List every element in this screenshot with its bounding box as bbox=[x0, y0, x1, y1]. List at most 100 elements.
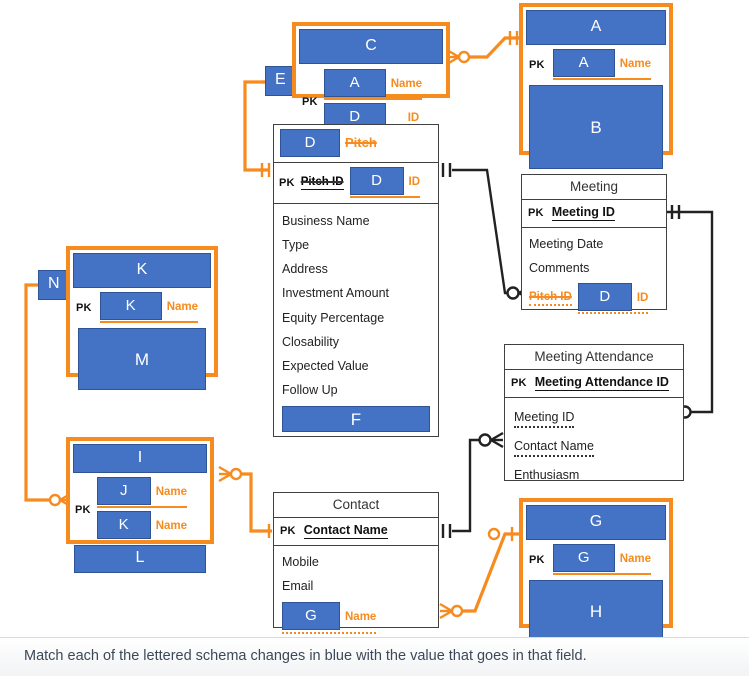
entity-attendance-field-2: Enthusiasm bbox=[514, 468, 580, 483]
entity-meeting-fk-row: Pitch ID D ID bbox=[529, 283, 659, 315]
entity-pitch-pk-chip[interactable]: D bbox=[349, 167, 404, 195]
entity-i-footer: L bbox=[70, 544, 210, 576]
marker-many-c-right bbox=[446, 48, 471, 66]
entity-meeting[interactable]: Meeting PK Meeting ID Meeting Date Comme… bbox=[521, 174, 667, 315]
entity-i-footer-chip[interactable]: L bbox=[74, 545, 206, 573]
link-n-to-i bbox=[24, 283, 56, 502]
entity-meeting-fields: Meeting Date Comments Pitch ID D ID bbox=[522, 228, 666, 316]
entity-attendance-pk-name: Meeting Attendance ID bbox=[534, 375, 669, 391]
entity-i-attr1-label: Name bbox=[155, 486, 188, 498]
entity-pitch-footer-chip[interactable]: F bbox=[282, 406, 430, 432]
entity-i-attr1: J Name bbox=[96, 477, 188, 508]
entity-pitch[interactable]: D Pitch PK Pitch ID D ID Business Name Typ… bbox=[273, 124, 439, 437]
entity-c-header: C bbox=[296, 26, 446, 67]
entity-contact-pk-name: Contact Name bbox=[303, 523, 388, 539]
marker-many-i-right bbox=[218, 465, 243, 483]
entity-i-attr2: K Name bbox=[96, 511, 188, 542]
entity-contact-fk-attr: G Name bbox=[282, 602, 377, 635]
entity-c-pk-label: PK bbox=[302, 95, 318, 108]
entity-contact-fk-label: Name bbox=[345, 611, 377, 624]
entity-g-pk-orange: Name bbox=[619, 553, 652, 565]
entity-pitch-field-2: Address bbox=[282, 262, 328, 277]
entity-pitch-field-5: Closability bbox=[282, 334, 339, 349]
entity-i[interactable]: I PK J Name K Name L bbox=[66, 437, 214, 573]
entity-g-header: G bbox=[523, 502, 669, 543]
entity-pitch-field-3: Investment Amount bbox=[282, 286, 390, 301]
entity-g-pk-attr: G Name bbox=[552, 544, 652, 575]
entity-i-header: I bbox=[70, 441, 210, 476]
entity-meeting-title: Meeting bbox=[522, 175, 666, 200]
entity-attendance-fields: Meeting ID Contact Name Enthusiasm bbox=[505, 398, 683, 492]
entity-i-attr1-chip[interactable]: J bbox=[96, 477, 151, 505]
entity-contact[interactable]: Contact PK Contact Name Mobile Email G Na… bbox=[273, 492, 439, 635]
entity-pitch-field-0: Business Name bbox=[282, 214, 370, 228]
er-diagram-canvas: E C PK A Name D ID A PK A Name B D Pitch… bbox=[0, 0, 749, 642]
marker-one-contact-right bbox=[441, 524, 452, 538]
schema-tag-n[interactable]: N bbox=[38, 270, 70, 300]
entity-k-pk-row: PK K Name bbox=[70, 291, 214, 326]
link-pitch-to-meeting bbox=[452, 168, 520, 295]
entity-a-pk-attr: A Name bbox=[552, 49, 652, 80]
entity-k-pk-label: PK bbox=[76, 301, 92, 314]
entity-contact-title: Contact bbox=[274, 493, 438, 518]
entity-k-header-chip[interactable]: K bbox=[73, 253, 211, 288]
entity-i-attr2-label: Name bbox=[155, 520, 188, 532]
entity-attendance-field-1: Contact Name bbox=[514, 435, 594, 458]
entity-g[interactable]: G PK G Name H bbox=[519, 498, 673, 642]
entity-attendance-field-0: Meeting ID bbox=[514, 406, 575, 429]
entity-pitch-fields: Business Name Type Address Investment Am… bbox=[274, 204, 438, 436]
entity-contact-pk-label: PK bbox=[280, 525, 296, 537]
entity-k[interactable]: K PK K Name M bbox=[66, 246, 218, 390]
entity-contact-field-1: Email bbox=[282, 579, 314, 594]
entity-meeting-pk-label: PK bbox=[528, 207, 544, 219]
entity-a-pk-row: PK A Name bbox=[523, 48, 669, 83]
entity-g-pk-chip[interactable]: G bbox=[552, 544, 615, 572]
link-contact-to-g bbox=[452, 532, 519, 613]
entity-k-body-chip[interactable]: M bbox=[78, 328, 206, 390]
marker-many-attendance-left bbox=[478, 431, 504, 449]
entity-pitch-pk-attr: D ID bbox=[349, 167, 420, 198]
entity-a[interactable]: A PK A Name B bbox=[519, 3, 673, 169]
entity-pitch-header-struck: Pitch bbox=[345, 135, 377, 150]
entity-i-attr2-chip[interactable]: K bbox=[96, 511, 151, 539]
entity-contact-pk-row: PK Contact Name bbox=[274, 518, 438, 546]
entity-c-attr1-chip[interactable]: A bbox=[323, 69, 386, 97]
entity-g-body: H bbox=[523, 578, 669, 646]
entity-meeting-fk-chip[interactable]: D bbox=[577, 283, 632, 312]
entity-c[interactable]: C PK A Name D ID bbox=[292, 22, 450, 134]
entity-k-body: M bbox=[70, 326, 214, 394]
entity-pitch-header-chip[interactable]: D bbox=[280, 129, 340, 157]
entity-a-header: A bbox=[523, 7, 669, 48]
entity-contact-fk-chip[interactable]: G bbox=[282, 602, 340, 631]
entity-c-header-chip[interactable]: C bbox=[299, 29, 443, 64]
link-contact-to-attendance bbox=[452, 438, 492, 533]
entity-k-pk-chip[interactable]: K bbox=[99, 292, 162, 320]
entity-contact-fields: Mobile Email G Name bbox=[274, 546, 438, 636]
diagram-page: E C PK A Name D ID A PK A Name B D Pitch… bbox=[0, 0, 749, 676]
entity-pitch-pk-row: PK Pitch ID D ID bbox=[274, 163, 438, 204]
entity-g-pk-label: PK bbox=[529, 553, 545, 566]
entity-c-attr1-label: Name bbox=[390, 78, 423, 90]
entity-a-pk-chip[interactable]: A bbox=[552, 49, 615, 77]
marker-many-contact-g bbox=[439, 602, 464, 620]
entity-g-body-chip[interactable]: H bbox=[529, 580, 663, 642]
link-c-to-a bbox=[466, 36, 520, 59]
entity-pitch-pk-struck: Pitch ID bbox=[300, 175, 344, 190]
entity-meeting-fk-orange: ID bbox=[636, 292, 649, 305]
entity-g-header-chip[interactable]: G bbox=[526, 505, 666, 540]
entity-attendance-pk-row: PK Meeting Attendance ID bbox=[505, 370, 683, 398]
entity-a-body-chip[interactable]: B bbox=[529, 85, 663, 169]
link-i-to-contact bbox=[236, 472, 272, 533]
entity-contact-field-0: Mobile bbox=[282, 555, 319, 569]
entity-pitch-field-6: Expected Value bbox=[282, 358, 369, 373]
entity-i-pk-label: PK bbox=[75, 503, 91, 516]
entity-meeting-attendance[interactable]: Meeting Attendance PK Meeting Attendance… bbox=[504, 344, 684, 482]
entity-i-header-chip[interactable]: I bbox=[73, 444, 207, 473]
entity-k-header: K bbox=[70, 250, 214, 291]
entity-a-pk-label: PK bbox=[529, 58, 545, 71]
entity-attendance-pk-label: PK bbox=[511, 377, 527, 389]
entity-a-header-chip[interactable]: A bbox=[526, 10, 666, 45]
entity-meeting-field-0: Meeting Date bbox=[529, 237, 604, 251]
entity-pitch-field-4: Equity Percentage bbox=[282, 310, 385, 325]
entity-attendance-title: Meeting Attendance bbox=[505, 345, 683, 370]
